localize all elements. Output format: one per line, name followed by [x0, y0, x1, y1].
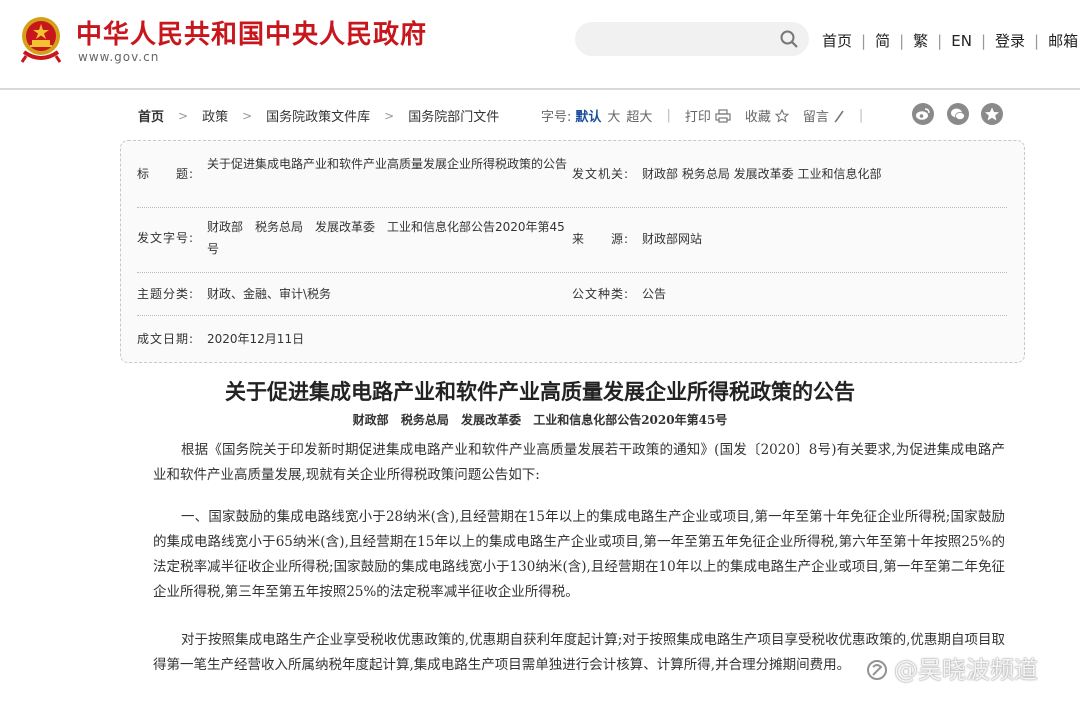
doc-number-label: 发文字号:: [137, 231, 195, 245]
font-size-default[interactable]: 默认: [575, 106, 601, 125]
title-field: 标 题: 关于促进集成电路产业和软件产业高质量发展企业所得税政策的公告: [137, 153, 572, 203]
font-size-label: 字号:: [541, 110, 572, 125]
chevron-right-icon: >: [178, 108, 189, 123]
chevron-right-icon: >: [384, 108, 395, 123]
info-row: 主题分类: 财政、金融、审计\税务 公文种类: 公告: [137, 273, 1007, 316]
article-subtitle: 财政部 税务总局 发展改革委 工业和信息化部公告2020年第45号: [352, 413, 728, 427]
star-outline-icon: [774, 108, 789, 123]
nav-home-link[interactable]: 首页: [822, 30, 852, 51]
favorite-label: 收藏: [744, 110, 771, 125]
doc-type-field: 公文种类: 公告: [572, 283, 1007, 307]
divider: |: [980, 31, 986, 50]
doc-number-value: 财政部 税务总局 发展改革委 工业和信息化部公告2020年第45号: [207, 220, 565, 256]
printer-icon: [715, 108, 731, 123]
nav-english-link[interactable]: EN: [951, 32, 972, 50]
breadcrumb: 首页 > 政策 > 国务院政策文件库 > 国务院部门文件: [138, 106, 499, 126]
article-paragraph: 一、国家鼓励的集成电路线宽小于28纳米(含),且经营期在15年以上的集成电路生产…: [153, 509, 1005, 600]
divider: |: [1034, 31, 1040, 50]
wechat-icon[interactable]: [947, 103, 969, 125]
issuer-field: 发文机关: 财政部 税务总局 发展改革委 工业和信息化部: [572, 163, 1007, 187]
watermark-text: @吴晓波频道: [894, 656, 1038, 684]
article-paragraph: 根据《国务院关于印发新时期促进集成电路产业和软件产业高质量发展若干政策的通知》(…: [153, 442, 1005, 483]
doc-number-field: 发文字号: 财政部 税务总局 发展改革委 工业和信息化部公告2020年第45号: [137, 216, 572, 266]
font-size-xlarge[interactable]: 超大: [626, 106, 652, 125]
document-info-panel: 标 题: 关于促进集成电路产业和软件产业高质量发展企业所得税政策的公告 发文机关…: [120, 140, 1025, 363]
date-field: 成文日期: 2020年12月11日: [137, 328, 572, 352]
print-label: 打印: [684, 110, 711, 125]
favorite-button[interactable]: 收藏: [745, 106, 789, 125]
site-title[interactable]: 中华人民共和国中央人民政府: [76, 14, 427, 51]
source-value: 财政部网站: [642, 232, 703, 246]
title-value: 关于促进集成电路产业和软件产业高质量发展企业所得税政策的公告: [207, 157, 568, 171]
print-button[interactable]: 打印: [685, 106, 731, 125]
divider: |: [937, 31, 943, 50]
title-label: 标 题:: [137, 167, 195, 181]
nav-traditional-link[interactable]: 繁: [913, 30, 928, 51]
top-nav-links: 首页 | 简 | 繁 | EN | 登录 | 邮箱: [822, 30, 1078, 51]
chevron-right-icon: >: [242, 108, 253, 123]
issuer-label: 发文机关:: [572, 167, 630, 181]
date-value: 2020年12月11日: [207, 332, 305, 346]
date-label: 成文日期:: [137, 332, 195, 346]
nav-login-link[interactable]: 登录: [995, 30, 1025, 51]
breadcrumb-home[interactable]: 首页: [138, 106, 164, 125]
nav-simplified-link[interactable]: 简: [875, 30, 890, 51]
header-divider: [0, 88, 1080, 90]
font-size-large[interactable]: 大: [607, 106, 620, 125]
source-label: 来 源:: [572, 232, 630, 246]
site-header: 中华人民共和国中央人民政府 www.gov.cn 首页 | 简 | 繁 | EN…: [0, 0, 1080, 88]
category-field: 主题分类: 财政、金融、审计\税务: [137, 283, 572, 307]
search-icon[interactable]: [779, 29, 799, 49]
doc-type-value: 公告: [642, 287, 667, 301]
weibo-icon[interactable]: [912, 103, 934, 125]
nav-mail-link[interactable]: 邮箱: [1048, 30, 1078, 51]
issuer-value: 财政部 税务总局 发展改革委 工业和信息化部: [642, 167, 882, 181]
doc-type-label: 公文种类:: [572, 287, 630, 301]
divider: |: [861, 31, 867, 50]
national-emblem-icon[interactable]: [18, 14, 64, 64]
info-row: 发文字号: 财政部 税务总局 发展改革委 工业和信息化部公告2020年第45号 …: [137, 208, 1007, 273]
comment-button[interactable]: 留言: [803, 106, 845, 125]
comment-label: 留言: [802, 110, 829, 125]
divider: |: [899, 31, 905, 50]
category-value: 财政、金融、审计\税务: [207, 287, 332, 301]
watermark-logo-icon: [866, 659, 888, 681]
breadcrumb-policy[interactable]: 政策: [202, 106, 228, 125]
divider: |: [666, 108, 671, 123]
category-label: 主题分类:: [137, 287, 195, 301]
search-input[interactable]: [575, 22, 809, 56]
pencil-icon: [834, 110, 844, 123]
breadcrumb-policy-library[interactable]: 国务院政策文件库: [266, 106, 370, 125]
channel-watermark: @吴晓波频道: [866, 650, 1038, 685]
article-title: 关于促进集成电路产业和软件产业高质量发展企业所得税政策的公告: [225, 379, 855, 404]
site-domain: www.gov.cn: [78, 50, 160, 64]
article-toolbar: 字号: 默认 大 超大 | 打印 收藏 留言 |: [541, 106, 877, 125]
source-field: 来 源: 财政部网站: [572, 228, 1007, 252]
star-icon[interactable]: [981, 103, 1003, 125]
divider: |: [858, 108, 864, 123]
info-row: 标 题: 关于促进集成电路产业和软件产业高质量发展企业所得税政策的公告 发文机关…: [137, 151, 1007, 208]
breadcrumb-department-docs[interactable]: 国务院部门文件: [408, 106, 499, 125]
